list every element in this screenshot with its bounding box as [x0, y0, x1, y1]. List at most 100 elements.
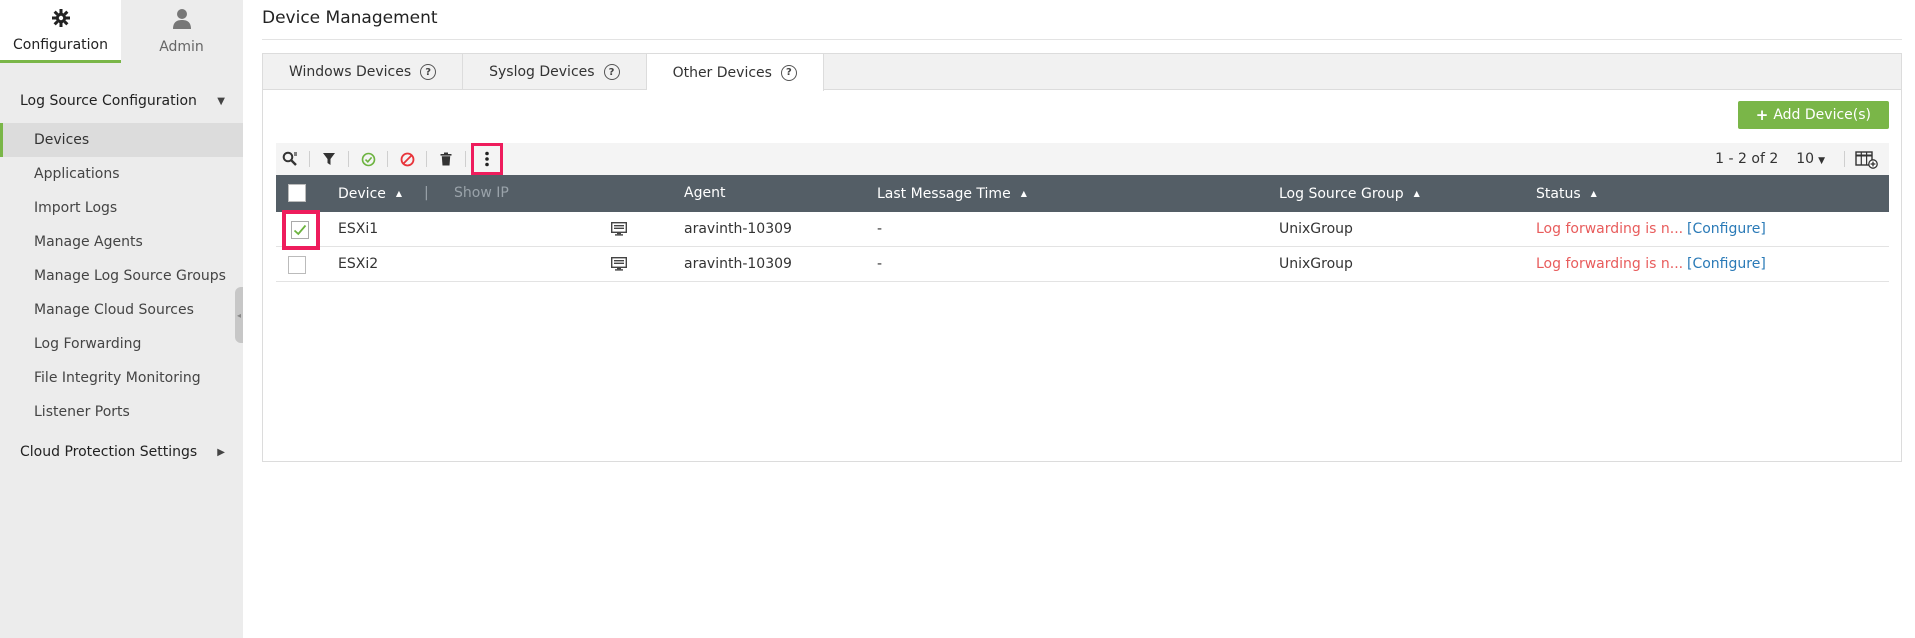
sidebar-item-label: Import Logs: [34, 200, 118, 216]
sidebar-item-listener-ports[interactable]: Listener Ports: [0, 395, 243, 429]
plus-icon: +: [1755, 106, 1769, 124]
help-icon[interactable]: ?: [780, 64, 797, 81]
sort-asc-icon: ▲: [1590, 189, 1597, 198]
sidebar-item-devices[interactable]: Devices: [0, 123, 243, 157]
column-header-label: Status: [1536, 186, 1581, 202]
pagination-controls: 1 - 2 of 2 10 ▼: [1715, 143, 1889, 175]
tab-admin[interactable]: Admin: [121, 0, 242, 63]
row-checkbox[interactable]: [288, 256, 306, 274]
filter-icon[interactable]: [315, 146, 343, 172]
sidebar-item-manage-cloud-sources[interactable]: Manage Cloud Sources: [0, 293, 243, 327]
help-icon[interactable]: ?: [420, 64, 437, 80]
sidebar-item-log-forwarding[interactable]: Log Forwarding: [0, 327, 243, 361]
toolbar-separator: [426, 151, 427, 167]
configure-link[interactable]: [Configure]: [1687, 212, 1766, 247]
select-all-checkbox[interactable]: [288, 184, 306, 202]
toolbar-separator: [309, 151, 310, 167]
sidebar-item-label: Devices: [34, 132, 90, 148]
tab-configuration[interactable]: Configuration: [0, 0, 121, 63]
cell-agent: aravinth-10309: [684, 221, 792, 237]
toolbar-separator: [348, 151, 349, 167]
tab-syslog-devices[interactable]: Syslog Devices ?: [463, 54, 647, 90]
cell-status: Log forwarding is n...: [1536, 221, 1684, 237]
page-size-dropdown[interactable]: 10 ▼: [1796, 151, 1825, 167]
sidebar-item-import-logs[interactable]: Import Logs: [0, 191, 243, 225]
sidebar-item-manage-agents[interactable]: Manage Agents: [0, 225, 243, 259]
search-icon[interactable]: [276, 146, 304, 172]
show-ip-link[interactable]: Show IP: [454, 175, 509, 212]
toolbar-separator: [387, 151, 388, 167]
column-header-log-source-group[interactable]: Log Source Group ▲: [1279, 175, 1420, 212]
cell-last-message-time: -: [877, 221, 883, 237]
delete-icon[interactable]: [432, 146, 460, 172]
device-tabs: Windows Devices ? Syslog Devices ? Other…: [263, 54, 1901, 91]
caret-right-icon: ▶: [217, 446, 225, 458]
add-devices-button[interactable]: + Add Device(s): [1737, 101, 1889, 129]
cell-last-message-time: -: [877, 256, 883, 272]
table-header: Device ▲ | Show IP Agent Last Message Tim…: [276, 175, 1889, 212]
sidebar-item-label: Log Forwarding: [34, 336, 142, 352]
sidebar-item-manage-log-source-groups[interactable]: Manage Log Source Groups: [0, 259, 243, 293]
section-cloud-protection-settings[interactable]: Cloud Protection Settings ▶: [20, 444, 225, 460]
cell-device: ESXi2: [338, 256, 379, 272]
device-details-icon[interactable]: [610, 221, 628, 236]
table-row[interactable]: ESXi2 aravinth-10309 - UnixGroup Log for…: [276, 247, 1889, 282]
sidebar-item-label: Applications: [34, 166, 120, 182]
more-actions-icon[interactable]: [471, 143, 503, 175]
user-icon: [172, 8, 192, 33]
column-header-last-message-time[interactable]: Last Message Time ▲: [877, 175, 1027, 212]
section-log-source-configuration-label: Log Source Configuration: [20, 93, 197, 109]
column-chooser-icon[interactable]: [1855, 149, 1879, 169]
caret-down-icon: ▼: [1818, 156, 1825, 166]
sidebar: Configuration Admin Log Source Configura…: [0, 0, 243, 638]
tab-admin-label: Admin: [159, 39, 204, 55]
sort-asc-icon: ▲: [1020, 189, 1027, 198]
sidebar-collapse-handle[interactable]: ◂: [235, 287, 243, 343]
cell-log-source-group: UnixGroup: [1279, 256, 1353, 272]
title-divider: [262, 39, 1902, 40]
sidebar-item-label: Listener Ports: [34, 404, 130, 420]
toolbar-separator: [1844, 151, 1845, 167]
tab-windows-devices[interactable]: Windows Devices ?: [263, 54, 464, 90]
caret-down-icon: ▼: [217, 95, 225, 107]
sidebar-item-file-integrity-monitoring[interactable]: File Integrity Monitoring: [0, 361, 243, 395]
row-checkbox-highlight: [282, 210, 320, 250]
tab-syslog-devices-label: Syslog Devices: [489, 64, 595, 80]
sidebar-item-label: Manage Cloud Sources: [34, 302, 194, 318]
help-icon[interactable]: ?: [603, 64, 620, 80]
cell-log-source-group: UnixGroup: [1279, 221, 1353, 237]
sort-asc-icon: ▲: [395, 189, 403, 198]
disable-icon[interactable]: [393, 146, 421, 172]
tab-windows-devices-label: Windows Devices: [289, 64, 412, 80]
sidebar-item-label: Manage Log Source Groups: [34, 268, 226, 284]
enable-check-icon[interactable]: [354, 146, 382, 172]
column-header-label: Log Source Group: [1279, 186, 1404, 202]
section-cloud-protection-settings-label: Cloud Protection Settings: [20, 444, 198, 460]
gear-icon: [51, 8, 71, 31]
sort-asc-icon: ▲: [1413, 189, 1420, 198]
pagination-summary: 1 - 2 of 2: [1715, 151, 1779, 167]
add-devices-button-label: Add Device(s): [1773, 107, 1871, 123]
section-log-source-configuration[interactable]: Log Source Configuration ▼: [20, 93, 225, 109]
sidebar-item-applications[interactable]: Applications: [0, 157, 243, 191]
column-header-label: Device: [338, 186, 386, 202]
table-row[interactable]: ESXi1 aravinth-10309 - UnixGroup Log for…: [276, 210, 1889, 250]
device-details-icon[interactable]: [610, 256, 628, 271]
configure-link[interactable]: [Configure]: [1687, 247, 1766, 282]
devices-table: Device ▲ | Show IP Agent Last Message Tim…: [276, 175, 1889, 282]
column-header-status[interactable]: Status ▲: [1536, 175, 1597, 212]
page-size-value: 10: [1796, 151, 1815, 167]
cell-device: ESXi1: [338, 221, 379, 237]
cell-status: Log forwarding is n...: [1536, 256, 1684, 272]
table-toolbar: 1 - 2 of 2 10 ▼: [276, 143, 1889, 175]
tab-configuration-label: Configuration: [13, 36, 108, 53]
column-header-agent[interactable]: Agent: [684, 175, 725, 212]
column-header-device[interactable]: Device ▲: [338, 175, 402, 212]
sidebar-item-label: File Integrity Monitoring: [34, 370, 201, 386]
tab-other-devices[interactable]: Other Devices ?: [646, 54, 824, 91]
check-icon: [293, 224, 307, 236]
row-checkbox[interactable]: [291, 221, 309, 239]
header-divider: |: [424, 185, 429, 201]
sidebar-item-label: Manage Agents: [34, 234, 143, 250]
cell-agent: aravinth-10309: [684, 256, 792, 272]
